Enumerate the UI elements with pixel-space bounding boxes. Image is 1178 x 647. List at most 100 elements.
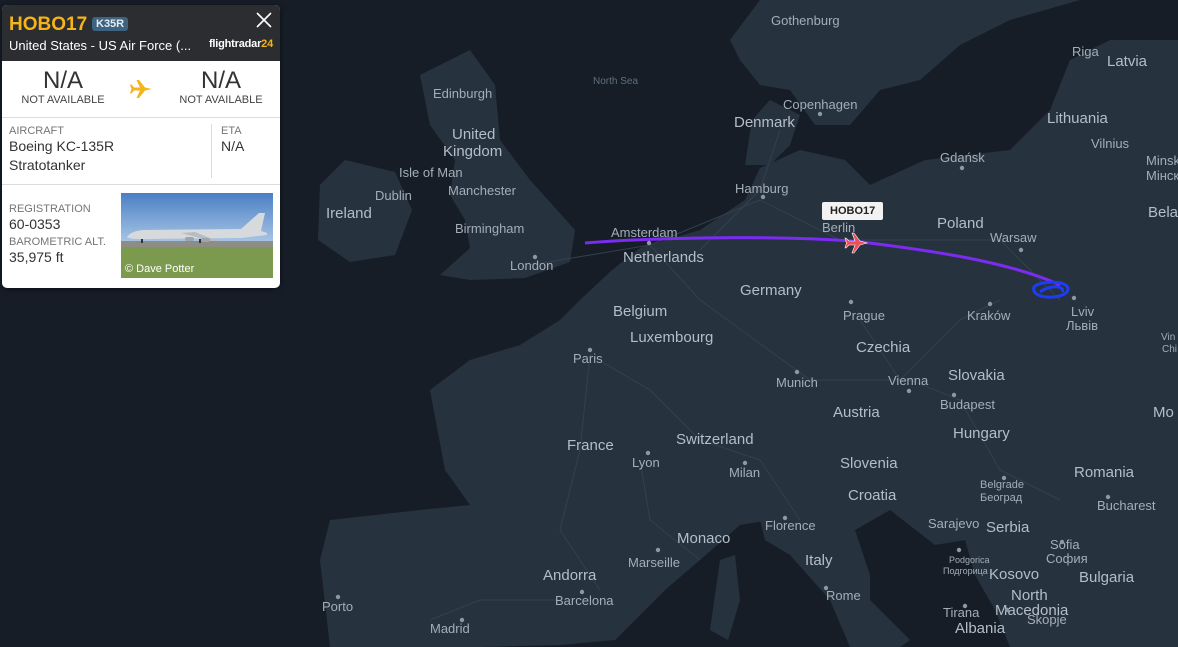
callsign: HOBO17: [9, 14, 88, 35]
country-label: Monaco: [677, 530, 730, 547]
origin-status: NOT AVAILABLE: [21, 94, 105, 106]
city-label: Florence: [765, 518, 816, 533]
city-label: Подгорица: [943, 566, 988, 576]
registration-label: REGISTRATION: [9, 203, 91, 215]
city-label: Milan: [729, 465, 760, 480]
city-label: Lyon: [632, 455, 660, 470]
city-label: London: [510, 258, 553, 273]
country-label: Latvia: [1107, 53, 1148, 70]
city-label: Belgrade: [980, 479, 1024, 491]
city-label: Vin: [1161, 332, 1175, 343]
aircraft-model: Boeing KC-135R: [9, 138, 115, 154]
sea-label: North Sea: [593, 76, 638, 87]
city-label: Sarajevo: [928, 516, 979, 531]
city-label: Porto: [322, 599, 353, 614]
city-label: Barcelona: [555, 593, 614, 608]
city-label: Kraków: [967, 308, 1011, 323]
city-label: Isle of Man: [399, 165, 463, 180]
city-label: София: [1046, 551, 1088, 566]
city-label: Birmingham: [455, 221, 524, 236]
aircraft-section: AIRCRAFT Boeing KC-135R Stratotanker ETA…: [2, 118, 280, 185]
aircraft-label: AIRCRAFT: [9, 125, 64, 137]
country-label: Kosovo: [989, 566, 1039, 583]
operator-name: United States - US Air Force (...: [9, 38, 192, 53]
city-label: Rome: [826, 588, 861, 603]
country-label: Czechia: [856, 339, 911, 356]
country-label: Albania: [955, 620, 1006, 637]
divider: [211, 124, 212, 178]
city-label: Edinburgh: [433, 86, 492, 101]
city-label: Bucharest: [1097, 498, 1156, 513]
city-label: Vilnius: [1091, 136, 1130, 151]
route-section: N/A NOT AVAILABLE N/A NOT AVAILABLE: [2, 61, 280, 118]
destination-code: N/A: [200, 67, 241, 94]
city-label: Warsaw: [990, 230, 1037, 245]
country-label: Germany: [740, 282, 802, 299]
flightradar24-logo[interactable]: flightradar24: [209, 38, 273, 50]
country-label: Serbia: [986, 519, 1030, 536]
country-label: Austria: [833, 404, 880, 421]
altitude-value: 35,975 ft: [9, 249, 64, 265]
city-label: Мінск: [1146, 168, 1178, 183]
city-label: Hamburg: [735, 181, 788, 196]
destination-status: NOT AVAILABLE: [179, 94, 263, 106]
country-label: United: [452, 126, 495, 143]
country-label: Belgium: [613, 303, 667, 320]
city-label: Gothenburg: [771, 13, 840, 28]
origin-code: N/A: [42, 67, 83, 94]
country-label: Italy: [805, 552, 833, 569]
city-label: Gdańsk: [940, 150, 985, 165]
city-label: Skopje: [1027, 612, 1067, 627]
city-label: Budapest: [940, 397, 995, 412]
city-label: Copenhagen: [783, 97, 857, 112]
destination[interactable]: N/A NOT AVAILABLE: [162, 67, 280, 106]
country-label: Poland: [937, 215, 984, 232]
aircraft-model-line2: Stratotanker: [9, 157, 86, 173]
city-label: Podgorica: [949, 555, 990, 565]
country-label: France: [567, 437, 614, 454]
country-label: Lithuania: [1047, 110, 1109, 127]
flight-info-panel: HOBO17 K35R United States - US Air Force…: [2, 5, 280, 288]
route-plane-icon: [123, 71, 159, 107]
country-label: Slovenia: [840, 455, 898, 472]
eta-value: N/A: [221, 138, 245, 154]
city-label: Sofia: [1050, 537, 1080, 552]
city-label: Chi: [1162, 344, 1177, 355]
country-label: Andorra: [543, 567, 597, 584]
country-label: Hungary: [953, 425, 1010, 442]
city-label: Dublin: [375, 188, 412, 203]
city-label: Львів: [1066, 318, 1098, 333]
city-label: Munich: [776, 375, 818, 390]
aircraft-photo[interactable]: © Dave Potter: [121, 193, 273, 278]
altitude-label: BAROMETRIC ALT.: [9, 236, 106, 248]
city-label: Berlin: [822, 220, 855, 235]
country-label: Ireland: [326, 205, 372, 222]
country-label: Kingdom: [443, 143, 502, 160]
city-label: Београд: [980, 492, 1023, 504]
city-label: Amsterdam: [611, 225, 677, 240]
city-label: Madrid: [430, 621, 470, 636]
city-label: Lviv: [1071, 304, 1095, 319]
country-label: Luxembourg: [630, 329, 713, 346]
country-label: Bela: [1148, 204, 1178, 221]
aircraft-map-tag[interactable]: HOBO17: [822, 202, 884, 220]
city-label: Riga: [1072, 44, 1100, 59]
city-label: Marseille: [628, 555, 680, 570]
city-label: Paris: [573, 351, 603, 366]
aircraft-type-badge[interactable]: K35R: [92, 17, 129, 31]
city-label: Prague: [843, 308, 885, 323]
registration-value: 60-0353: [9, 216, 61, 232]
city-label: Manchester: [448, 183, 517, 198]
registration-section: REGISTRATION 60-0353 BAROMETRIC ALT. 35,…: [2, 185, 280, 288]
country-label: Slovakia: [948, 367, 1005, 384]
city-label: Minsk: [1146, 153, 1178, 168]
country-label: Denmark: [734, 114, 795, 131]
origin[interactable]: N/A NOT AVAILABLE: [4, 67, 122, 106]
country-label: Mo: [1153, 404, 1174, 421]
city-label: Tirana: [943, 605, 980, 620]
close-icon[interactable]: [255, 11, 273, 29]
country-label: Bulgaria: [1079, 569, 1135, 586]
eta-label: ETA: [221, 125, 242, 137]
photo-credit: © Dave Potter: [125, 263, 195, 275]
country-label: Romania: [1074, 464, 1135, 481]
